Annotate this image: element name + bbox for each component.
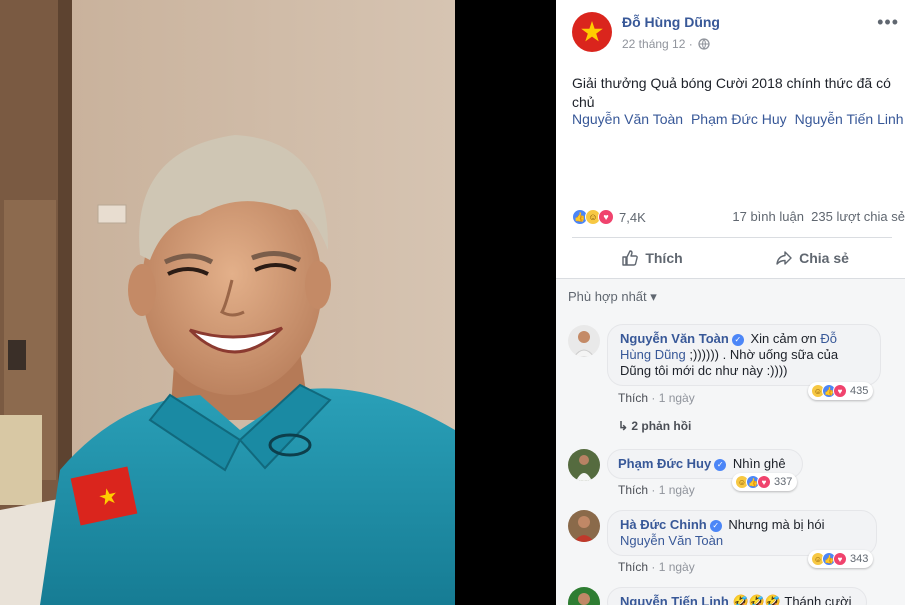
photo-viewer-gutter — [455, 0, 556, 605]
comment-time[interactable]: 1 ngày — [659, 483, 695, 497]
post-date[interactable]: 22 tháng 12 · — [622, 37, 693, 51]
comment-time[interactable]: 1 ngày — [659, 560, 695, 574]
post-stats: 👍 ☺ ♥ 7,4K 17 bình luận 235 lượt chia sẻ — [572, 209, 905, 229]
commenter-name[interactable]: Nguyễn Văn Toàn — [620, 331, 729, 346]
post-actions: Thích Chia sẻ — [572, 240, 892, 276]
avatar[interactable] — [568, 325, 600, 357]
comment-bubble: Nguyễn Tiến Linh 🤣🤣🤣 Thánh cười — [607, 587, 867, 605]
commenter-photo — [568, 510, 600, 542]
comment-meta: Thích · 1 ngày — [618, 483, 695, 497]
avatar[interactable] — [568, 510, 600, 542]
comment-bubble: Nguyễn Văn Toàn ✓ Xin cảm ơn Đỗ Hùng Dũng… — [607, 324, 881, 386]
share-label: Chia sẻ — [799, 250, 849, 266]
commenter-photo — [568, 449, 600, 481]
divider — [572, 237, 892, 238]
share-arrow-icon — [776, 251, 792, 265]
tag-link[interactable]: Nguyễn Tiến Linh — [795, 111, 904, 127]
photo-viewer: ★ Đỗ Hùng Dũng 22 tháng 12 · ••• Giải th… — [0, 0, 905, 605]
comment-time[interactable]: 1 ngày — [659, 391, 695, 405]
commenter-photo — [568, 587, 600, 605]
vietnam-flag-icon — [572, 12, 612, 52]
post-meta: 22 tháng 12 · — [622, 37, 710, 51]
comment-text: Xin cảm ơn — [750, 331, 817, 346]
comment-mention[interactable]: Nguyễn Văn Toàn — [620, 533, 723, 548]
selfie-image: ★ — [0, 0, 455, 605]
comment-reaction-count: 343 — [850, 553, 869, 565]
verified-badge-icon: ✓ — [731, 334, 744, 346]
more-options-icon[interactable]: ••• — [877, 12, 899, 33]
replies-count: 2 phản hồi — [631, 419, 692, 433]
comment-meta: Thích · 1 ngày — [618, 391, 695, 405]
verified-badge-icon: ✓ — [714, 459, 727, 471]
comment-sort-dropdown[interactable]: Phù hợp nhất ▾ — [568, 289, 657, 305]
commenter-name[interactable]: Phạm Đức Huy — [618, 456, 711, 471]
comment-reactions[interactable]: ☺ 👍 ♥ 343 — [808, 550, 874, 568]
post-photo[interactable]: ★ — [0, 0, 455, 605]
share-button[interactable]: Chia sẻ — [732, 240, 892, 276]
avatar[interactable] — [568, 449, 600, 481]
love-reaction-icon: ♥ — [757, 475, 771, 489]
commenter-name[interactable]: Nguyễn Tiến Linh — [620, 594, 729, 605]
like-button[interactable]: Thích — [572, 240, 732, 276]
comment-reactions[interactable]: ☺ 👍 ♥ 435 — [808, 382, 874, 400]
love-reaction-icon: ♥ — [598, 209, 614, 225]
reaction-summary[interactable]: 👍 ☺ ♥ 7,4K — [572, 209, 646, 225]
like-label: Thích — [645, 250, 683, 266]
love-reaction-icon: ♥ — [833, 384, 847, 398]
thumbs-up-icon — [622, 250, 639, 266]
globe-icon[interactable] — [698, 38, 710, 50]
comments-shares-count[interactable]: 17 bình luận 235 lượt chia sẻ — [732, 209, 905, 224]
post-details-panel: Đỗ Hùng Dũng 22 tháng 12 · ••• Giải thưở… — [556, 0, 905, 605]
reaction-count: 7,4K — [619, 209, 646, 225]
avatar[interactable] — [568, 587, 600, 605]
comments-section: Phù hợp nhất ▾ Nguyễn Văn Toàn ✓ Xin cảm … — [556, 279, 905, 605]
comment-reaction-count: 337 — [774, 476, 793, 488]
author-avatar[interactable] — [572, 12, 612, 52]
verified-badge-icon: ✓ — [709, 520, 722, 532]
comment-text: Nhưng mà bị hói — [728, 517, 825, 532]
love-reaction-icon: ♥ — [833, 552, 847, 566]
comment-like-link[interactable]: Thích — [618, 391, 648, 405]
author-name[interactable]: Đỗ Hùng Dũng — [622, 14, 720, 30]
view-replies-link[interactable]: ↳ 2 phản hồi — [618, 419, 691, 433]
comment-meta: Thích · 1 ngày — [618, 560, 695, 574]
post-text: Giải thưởng Quả bóng Cười 2018 chính thứ… — [572, 75, 891, 110]
post-tags: Nguyễn Văn Toàn Phạm Đức Huy Nguyễn Tiến… — [572, 110, 905, 129]
tag-link[interactable]: Phạm Đức Huy — [691, 111, 787, 127]
commenter-photo — [568, 325, 600, 357]
commenter-name[interactable]: Hà Đức Chinh — [620, 517, 707, 532]
comment-like-link[interactable]: Thích — [618, 560, 648, 574]
tag-link[interactable]: Nguyễn Văn Toàn — [572, 111, 683, 127]
comment-reaction-count: 435 — [850, 385, 869, 397]
comment-like-link[interactable]: Thích — [618, 483, 648, 497]
comment-text: Nhìn ghê — [732, 456, 786, 471]
comment-text: 🤣🤣🤣 Thánh cười — [732, 594, 852, 605]
comment-reactions[interactable]: ☺ 👍 ♥ 337 — [732, 473, 798, 491]
reply-arrow-icon: ↳ — [618, 419, 632, 433]
